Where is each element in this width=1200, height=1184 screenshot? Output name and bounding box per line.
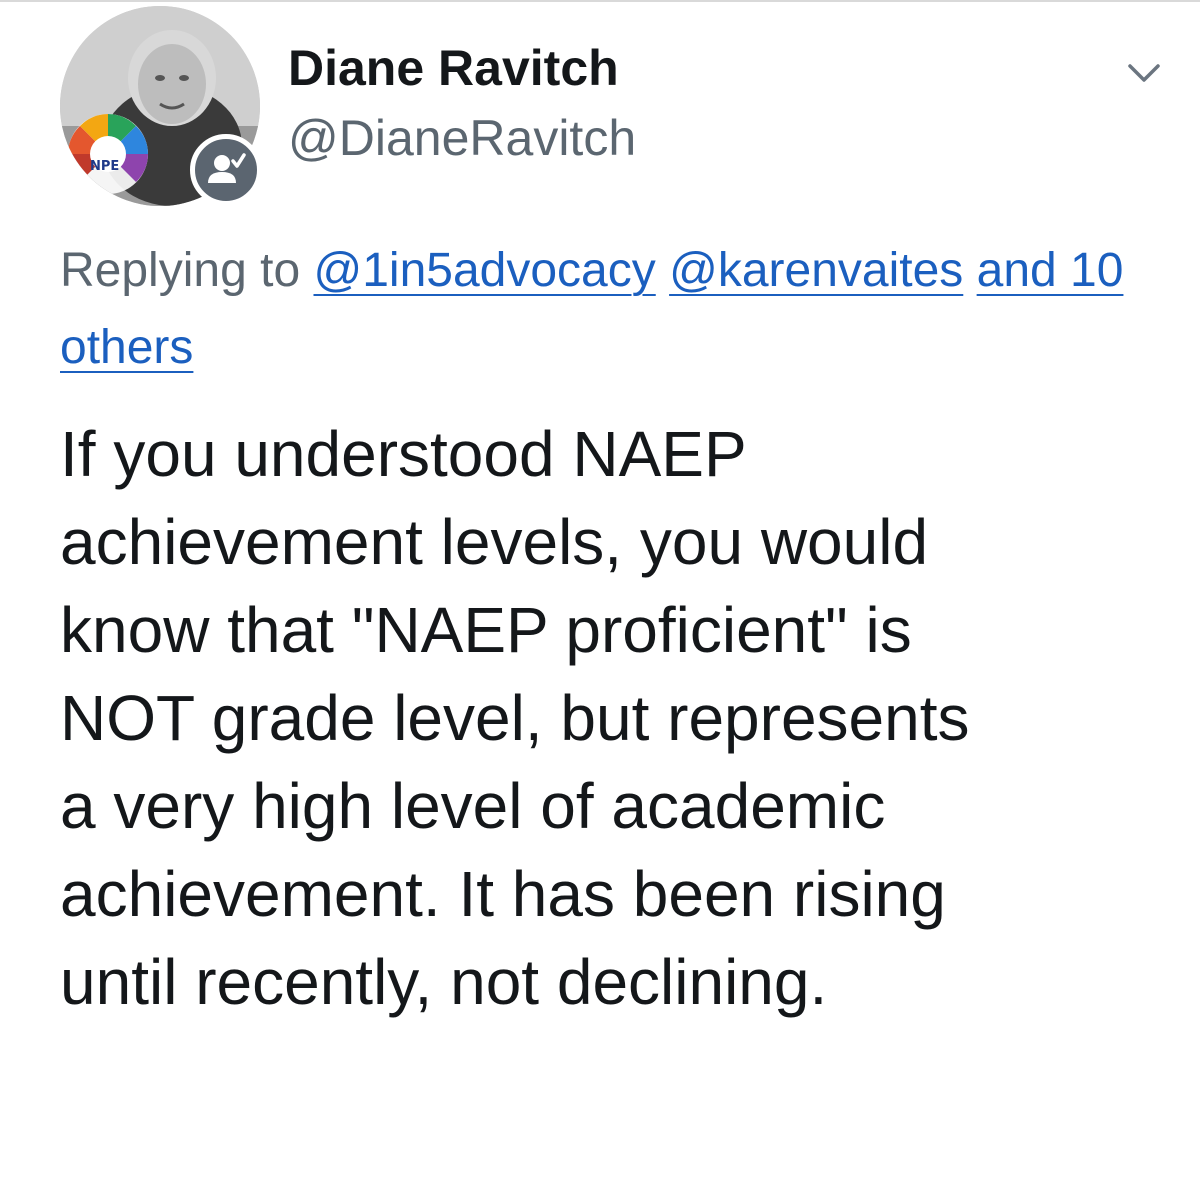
tweet-text-line: know that "NAEP proficient" is [60,594,912,666]
replying-to: Replying to @1in5advocacy @karenvaites a… [60,232,1160,386]
tweet-text-line: a very high level of academic [60,770,886,842]
mention-link-karenvaites[interactable]: @karenvaites [669,244,963,297]
chevron-down-icon[interactable] [1124,58,1164,88]
avatar-logo-text: NPE [90,159,119,174]
author-handle[interactable]: @DianeRavitch [288,108,636,168]
replying-to-label: Replying to [60,244,301,297]
person-check-icon [190,134,262,206]
tweet-text-line: NOT grade level, but represents [60,682,970,754]
tweet-text-line: achievement levels, you would [60,506,929,578]
mention-link-1in5advocacy[interactable]: @1in5advocacy [313,244,655,297]
avatar-container[interactable]: NPE [60,6,262,206]
tweet-text: If you understood NAEP achievement level… [60,410,1160,1026]
tweet-card: NPE Diane Ravitch @DianeRavitch Replying… [0,0,1200,1184]
tweet-text-line: achievement. It has been rising [60,858,946,930]
author-name[interactable]: Diane Ravitch [288,38,619,98]
tweet-text-line: until recently, not declining. [60,946,828,1018]
tweet-text-line: If you understood NAEP [60,418,747,490]
